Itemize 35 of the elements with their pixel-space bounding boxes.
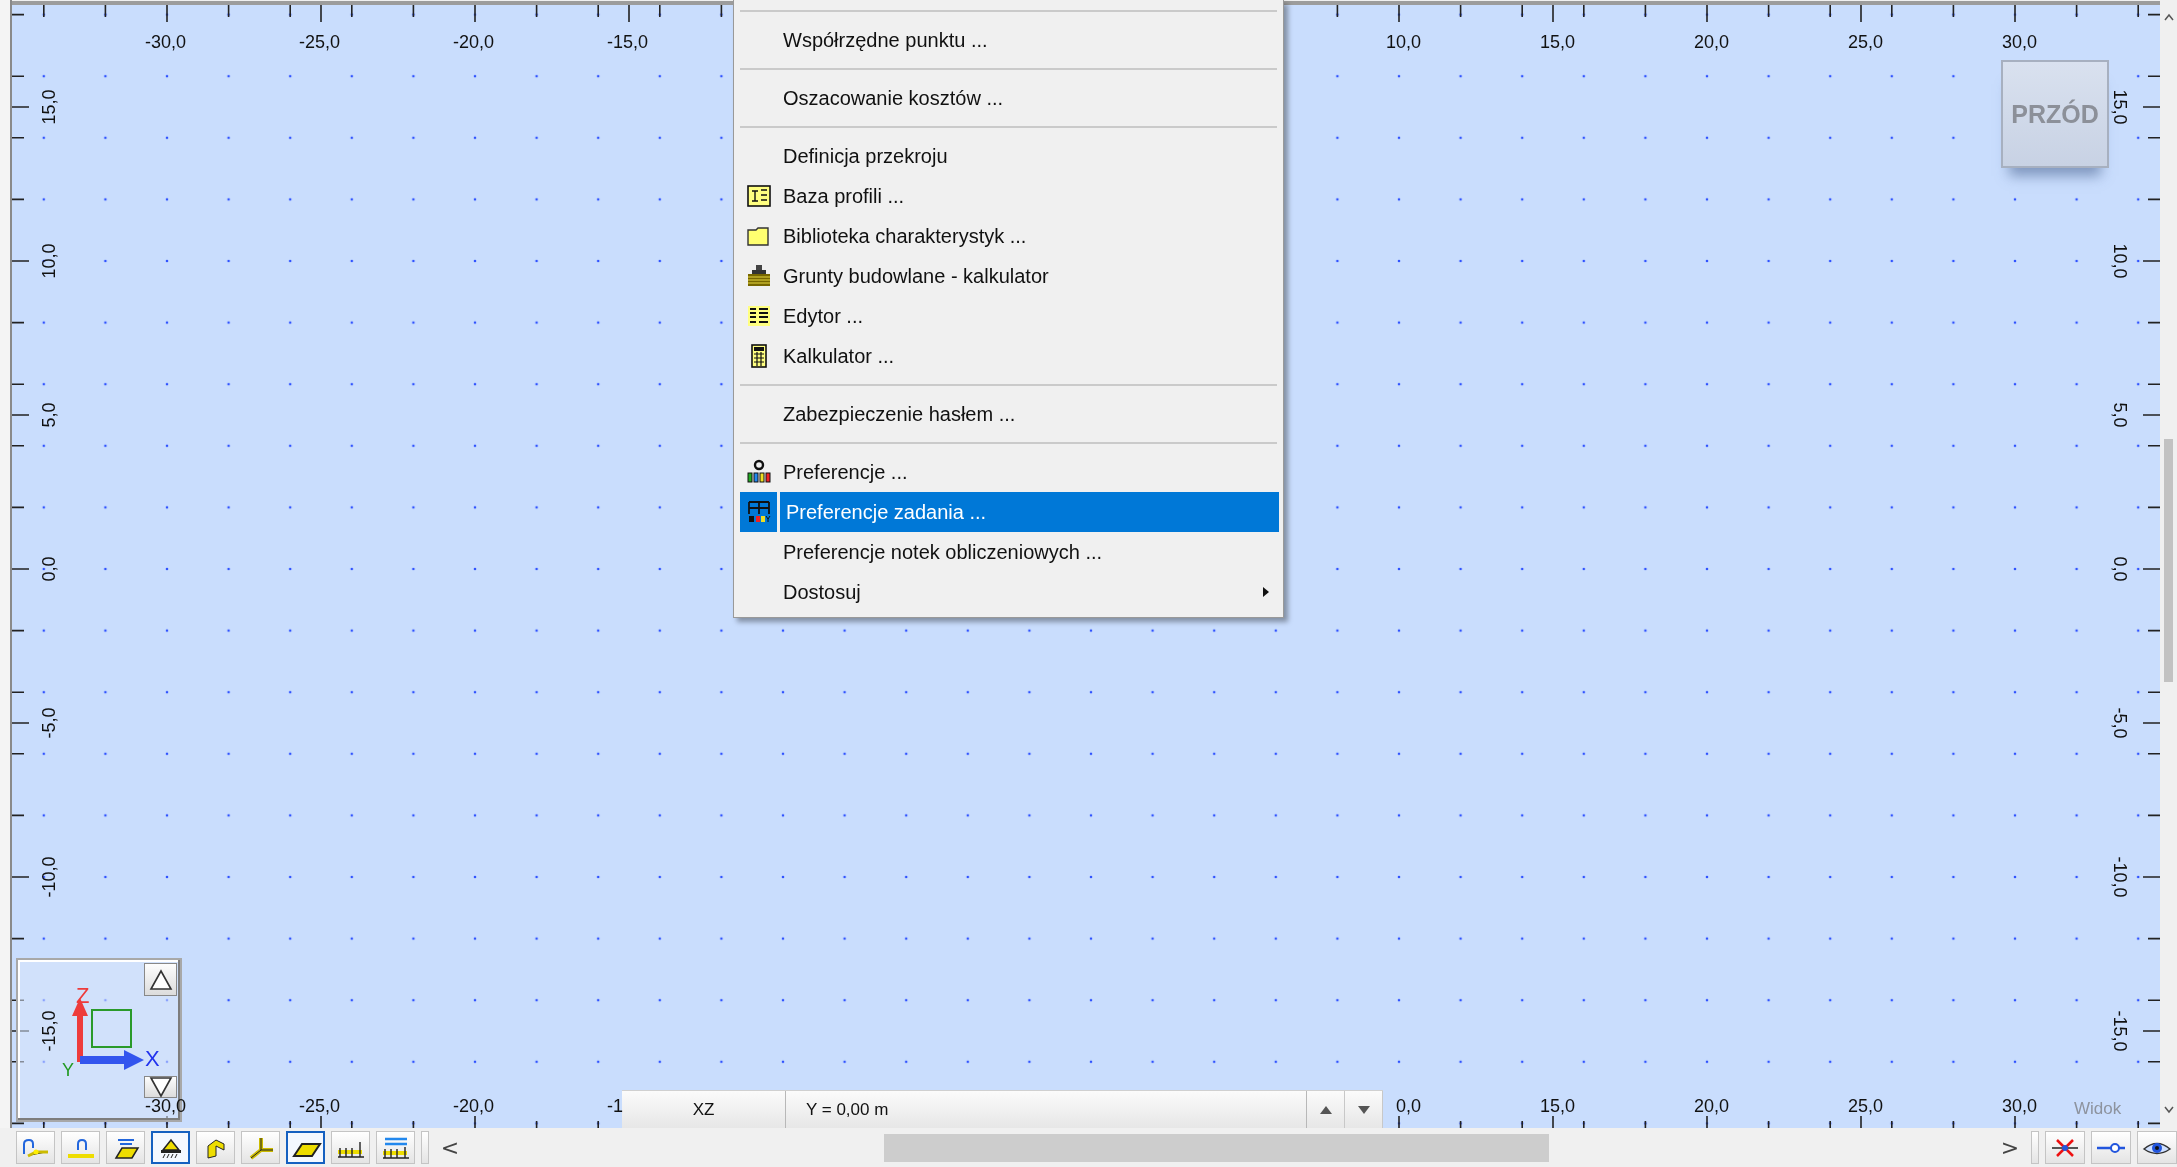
ruler-label: 30,0 [2001,31,2037,53]
ruler-label: -5,0 [38,707,60,739]
ruler-label: 20,0 [1693,1095,1729,1117]
ruler-label: -10,0 [38,856,60,898]
ruler-label: 15,0 [1539,1095,1575,1117]
ruler-label: 10,0 [1385,31,1421,53]
axis-label: X [145,1046,160,1071]
ruler-label: -30,0 [145,31,187,53]
ruler-label: -5,0 [2109,707,2131,739]
ruler-label: -25,0 [299,31,341,53]
ruler-label: -20,0 [453,31,495,53]
ruler-label: -10,0 [2109,856,2131,898]
axis-label: Y [62,1060,74,1080]
ruler-label: 5,0 [38,402,60,428]
ruler-label: 5,0 [2109,402,2131,428]
ruler-label: 15,0 [2109,89,2131,125]
ruler-label: 25,0 [1847,31,1883,53]
ruler-label: 30,0 [2001,1095,2037,1117]
ruler-label: 15,0 [38,89,60,125]
view-caption: Widok [2074,1099,2122,1119]
ruler-label: -30,0 [145,1095,187,1117]
ruler-label: -25,0 [299,1095,341,1117]
ruler-label: 0,0 [1395,1095,1421,1117]
ruler-label: 20,0 [1693,31,1729,53]
ruler-label: 0,0 [2109,556,2131,582]
ruler-label: 25,0 [1847,1095,1883,1117]
ruler-label: 10,0 [38,243,60,279]
ruler-label: 15,0 [1539,31,1575,53]
ruler-label: 0,0 [38,556,60,582]
ruler-label: -15,0 [38,1010,60,1052]
ruler-label: -15,0 [2109,1010,2131,1052]
ruler-label: -1 [607,1095,623,1117]
ruler-label: -15,0 [607,31,649,53]
ruler-label: 10,0 [2109,243,2131,279]
ruler-label: -20,0 [453,1095,495,1117]
